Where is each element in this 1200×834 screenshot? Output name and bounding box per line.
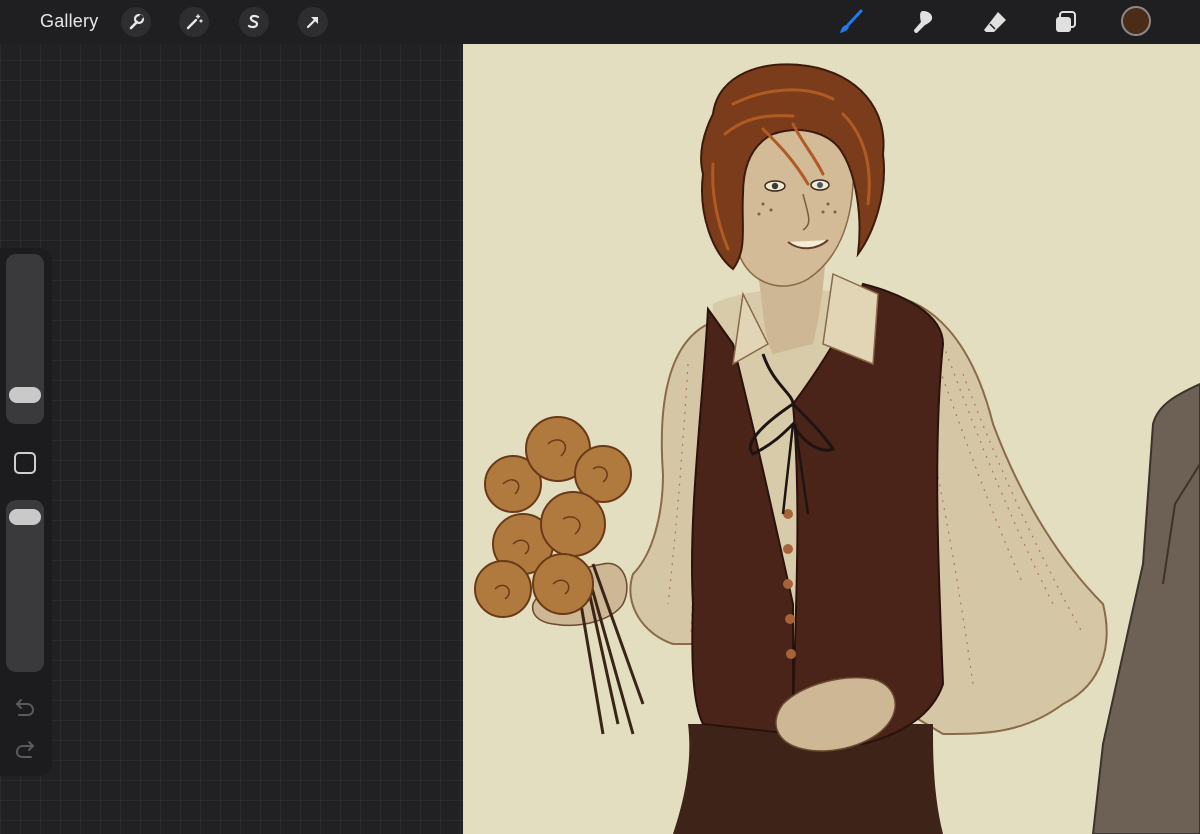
smudge-tool-button[interactable] [908, 7, 938, 37]
top-toolbar: Gallery [0, 0, 1200, 44]
undo-icon [16, 699, 35, 716]
opacity-slider[interactable] [6, 500, 44, 672]
eraser-icon [984, 12, 1006, 32]
artwork-illustration [474, 63, 1200, 834]
selection-s-icon [247, 14, 260, 29]
color-picker-button[interactable] [1121, 6, 1151, 36]
paint-tool-button[interactable] [836, 7, 866, 37]
magic-wand-icon [186, 14, 203, 30]
selection-button[interactable] [239, 7, 269, 37]
actions-button[interactable] [121, 7, 151, 37]
modify-button[interactable] [14, 452, 36, 474]
layers-button[interactable] [1051, 7, 1081, 37]
arrow-cursor-icon [306, 16, 319, 29]
wrench-icon [129, 13, 145, 30]
undo-button[interactable] [13, 696, 37, 718]
redo-icon [15, 741, 34, 758]
brush-icon [840, 9, 863, 33]
left-sidebar [0, 248, 52, 776]
adjustments-button[interactable] [179, 7, 209, 37]
transform-button[interactable] [298, 7, 328, 37]
brush-size-slider[interactable] [6, 254, 44, 424]
brush-size-thumb[interactable] [9, 387, 41, 404]
drawing-canvas[interactable] [463, 44, 1200, 834]
gallery-button[interactable]: Gallery [40, 11, 98, 32]
eraser-tool-button[interactable] [980, 7, 1010, 37]
layers-icon [1056, 11, 1076, 32]
redo-button[interactable] [13, 738, 37, 760]
opacity-thumb[interactable] [9, 509, 41, 525]
procreate-app: Gallery [0, 0, 1200, 834]
smudge-icon [914, 11, 933, 33]
